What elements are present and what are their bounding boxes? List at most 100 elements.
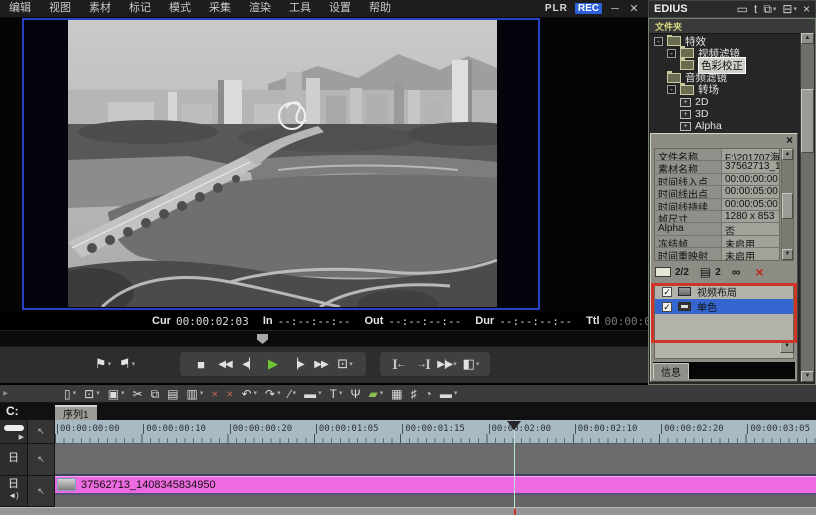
marker-button-group: ⚑▾⚑▾	[92, 352, 138, 376]
tree-item-Alpha[interactable]: +Alpha	[652, 120, 798, 132]
tab-information[interactable]: 信息	[653, 363, 689, 379]
menu-item-编辑[interactable]: 编辑	[0, 0, 40, 17]
title-button[interactable]: T▾	[330, 388, 343, 400]
scroll-up-icon[interactable]: ▲	[801, 33, 814, 44]
folder-icon[interactable]: ▭	[737, 3, 748, 15]
timeline-scale-slider[interactable]	[4, 425, 24, 431]
voiceover-mic-button[interactable]: Ψ	[351, 388, 361, 400]
dock-icon[interactable]: ⊟▾	[782, 3, 797, 15]
cut-button[interactable]: ✂	[133, 388, 143, 400]
tree-item-转场[interactable]: -转场	[652, 84, 798, 96]
scroll-up-icon[interactable]: ▲	[782, 149, 793, 160]
menu-item-采集[interactable]: 采集	[200, 0, 240, 17]
video-track-header[interactable]: 日	[0, 444, 28, 476]
menu-item-模式[interactable]: 模式	[160, 0, 200, 17]
effect-row-视频布局[interactable]: ✓视频布局	[655, 284, 793, 299]
ruler-header-tools[interactable]: ↖	[28, 420, 55, 444]
panel-layout-button[interactable]: ▬▾	[440, 388, 458, 400]
tree-item-3D[interactable]: +3D	[652, 108, 798, 120]
redo-button[interactable]: ↷▾	[265, 388, 281, 400]
mode-button[interactable]: ▬▾	[304, 388, 322, 400]
video-track-icon: 日	[0, 478, 27, 491]
rewind-button[interactable]: ◀◀	[214, 352, 236, 376]
effect-checkbox[interactable]: ✓	[662, 302, 672, 312]
play-around-button[interactable]: ▶|▶▾	[436, 352, 458, 376]
timecode-value: --:--:--:--	[278, 315, 351, 328]
tree-expander-icon[interactable]: -	[667, 85, 676, 94]
loop-button[interactable]: ⊡▾	[334, 352, 356, 376]
filter-count-button[interactable]: 2/2	[655, 267, 689, 278]
tree-expander-icon[interactable]: -	[667, 49, 676, 58]
video-track-lane[interactable]	[55, 444, 816, 476]
seek-position-marker[interactable]	[257, 334, 268, 344]
bin-scrollbar-thumb[interactable]	[801, 89, 814, 153]
menu-item-素材[interactable]: 素材	[80, 0, 120, 17]
scroll-down-icon[interactable]: ▼	[801, 371, 814, 382]
properties-scrollbar-thumb[interactable]	[782, 193, 793, 219]
timeline-clip[interactable]: 37562713_1408345834950	[55, 476, 816, 495]
delete-filter-button[interactable]: ×	[755, 264, 763, 280]
audio-mixer-button[interactable]: ♯	[411, 388, 417, 400]
delete-button[interactable]: ×	[211, 388, 218, 400]
menu-item-标记[interactable]: 标记	[120, 0, 160, 17]
edius-application: 编辑视图素材标记模式采集渲染工具设置帮助 PLR REC ─ ✕ EDIUS ▭…	[0, 0, 816, 515]
frame-forward-button[interactable]: ▕▶	[286, 352, 308, 376]
seek-strip[interactable]	[0, 330, 648, 346]
bin-scrollbar[interactable]: ▲ ▼	[800, 33, 814, 382]
text-tool-icon[interactable]: t	[754, 3, 757, 15]
export-button[interactable]: ◧▾	[460, 352, 482, 376]
tab-sequence-1[interactable]: 序列1	[55, 405, 97, 420]
va-track-header[interactable]: 日 ◄)	[0, 476, 28, 507]
paste-button[interactable]: ▤	[167, 388, 178, 400]
timecode-ruler[interactable]: 00:00:00:0000:00:00:1000:00:00:2000:00:0…	[55, 420, 816, 444]
properties-scrollbar[interactable]: ▲ ▼	[781, 148, 794, 261]
razor-button[interactable]: ∕▾	[289, 388, 297, 400]
sync-button[interactable]: ◔	[425, 388, 432, 400]
effects-scroll-down-icon[interactable]: ▼	[780, 340, 794, 353]
scroll-down-icon[interactable]: ▼	[782, 249, 793, 260]
grid-button[interactable]: ▦	[391, 388, 402, 400]
minimize-icon[interactable]: ─	[609, 3, 621, 15]
open-project-button[interactable]: ⊡▾	[84, 388, 100, 400]
tree-item-2D[interactable]: +2D	[652, 96, 798, 108]
undo-button[interactable]: ↶▾	[241, 388, 257, 400]
playhead-handle[interactable]	[507, 421, 521, 437]
timecode-out: Out--:--:--:--	[364, 315, 461, 328]
save-project-button[interactable]: ▣▾	[108, 388, 125, 400]
list-view-button[interactable]: ▤ 2	[700, 267, 721, 278]
playhead-line[interactable]	[514, 430, 515, 507]
cascade-windows-icon[interactable]: ⧉▾	[763, 3, 776, 15]
copy-button[interactable]: ⧉	[151, 388, 160, 400]
video-track-tools[interactable]: ↖	[28, 444, 55, 476]
menu-item-视图[interactable]: 视图	[40, 0, 80, 17]
frame-back-button[interactable]: ◀▏	[238, 352, 260, 376]
menu-item-设置[interactable]: 设置	[320, 0, 360, 17]
close-icon[interactable]: ×	[803, 3, 810, 15]
add-to-timeline-button[interactable]: ▰▾	[369, 388, 384, 400]
menu-item-渲染[interactable]: 渲染	[240, 0, 280, 17]
menu-item-工具[interactable]: 工具	[280, 0, 320, 17]
effect-checkbox[interactable]: ✓	[662, 287, 672, 297]
new-sequence-button[interactable]: ▯▾	[64, 388, 76, 400]
scale-arrow-icon[interactable]: ▶	[0, 433, 27, 441]
paste-icon: ▤	[167, 388, 178, 400]
goto-out-button[interactable]: →][	[412, 352, 434, 376]
fast-forward-button[interactable]: ▶▶	[310, 352, 332, 376]
bin-button[interactable]: ▥▾	[187, 388, 204, 400]
link-settings-button[interactable]: ∞	[732, 265, 741, 279]
goto-in-button[interactable]: ][←	[388, 352, 410, 376]
set-in-button[interactable]: ⚑▾	[92, 352, 114, 376]
stop-button[interactable]: ■	[190, 352, 212, 376]
close-icon[interactable]: ✕	[628, 2, 640, 15]
set-out-button[interactable]: ⚑▾	[116, 352, 138, 376]
tree-expander-icon[interactable]: -	[654, 37, 663, 46]
va-track-tools[interactable]: ↖	[28, 476, 55, 507]
effect-row-单色[interactable]: ✓单色	[655, 299, 793, 314]
tree-item-音频滤镜[interactable]: 音频滤镜	[652, 72, 798, 84]
play-button[interactable]: ▶	[262, 352, 284, 376]
timeline-horizontal-scrollbar[interactable]	[0, 507, 816, 515]
palette-close-icon[interactable]: ×	[786, 134, 793, 147]
ripple-delete-button[interactable]: ×	[226, 388, 233, 400]
rec-indicator[interactable]: REC	[575, 3, 602, 14]
menu-item-帮助[interactable]: 帮助	[360, 0, 400, 17]
